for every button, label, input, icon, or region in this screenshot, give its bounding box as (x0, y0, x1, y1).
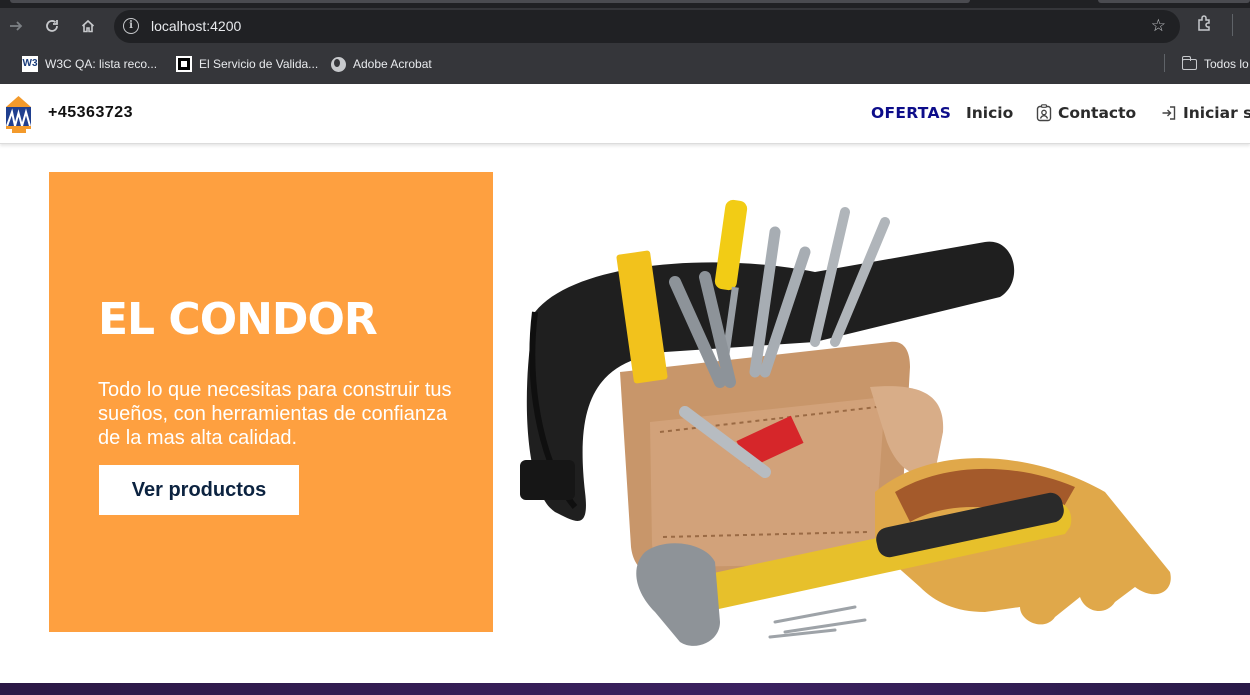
site-info-icon[interactable]: i (123, 18, 139, 34)
bookmark-label: Adobe Acrobat (353, 57, 432, 71)
tab-edge (1098, 0, 1250, 3)
belt-buckle (520, 460, 575, 500)
phone-number: +45363723 (48, 104, 134, 121)
hero-title: EL CONDOR (98, 294, 378, 345)
nav-contacto[interactable]: Contacto (1036, 104, 1136, 122)
tab-strip (0, 0, 1250, 8)
tab-edge (10, 0, 970, 3)
nav-label: Inicio (966, 104, 1014, 122)
forward-icon[interactable] (4, 14, 28, 38)
hero-description: Todo lo que necesitas para construir tus… (98, 379, 452, 449)
bookmark-w3c[interactable]: W3 W3C QA: lista reco... (22, 54, 157, 74)
site-header: +45363723 OFERTAS Inicio Contacto Inicia… (0, 84, 1250, 144)
nav-label: Iniciar s (1183, 104, 1250, 122)
bookmarks-bar: W3 W3C QA: lista reco... El Servicio de … (0, 50, 1250, 76)
folder-icon (1181, 55, 1197, 70)
reload-icon[interactable] (40, 14, 64, 38)
login-icon (1162, 106, 1176, 120)
bookmark-validator[interactable]: El Servicio de Valida... (176, 54, 318, 74)
bookmark-label: W3C QA: lista reco... (45, 57, 158, 71)
view-products-button[interactable]: Ver productos (99, 465, 299, 515)
home-icon[interactable] (76, 14, 100, 38)
pouch-front-pocket (650, 397, 885, 567)
extensions-icon[interactable] (1196, 14, 1214, 37)
bookmark-label: El Servicio de Valida... (199, 57, 319, 71)
nav-label: Contacto (1058, 104, 1137, 122)
nav-label: OFERTAS (871, 104, 952, 122)
tool-belt-image (520, 199, 1171, 646)
bookmarks-folder[interactable]: Todos lo (1181, 54, 1249, 74)
browser-chrome: i localhost:4200 ☆ W3 W3C QA: lista reco… (0, 0, 1250, 84)
hammer-head (636, 543, 720, 646)
nav-ofertas[interactable]: OFERTAS (871, 104, 951, 122)
hero-card: EL CONDOR Todo lo que necesitas para con… (49, 172, 493, 632)
site-logo[interactable] (3, 93, 34, 135)
w3c-icon: W3 (22, 56, 38, 72)
address-bar[interactable]: i localhost:4200 ☆ (114, 10, 1180, 43)
nav-iniciar-sesion[interactable]: Iniciar s (1161, 104, 1250, 122)
bookmarks-divider (1164, 54, 1165, 72)
contact-badge-icon (1036, 104, 1052, 122)
nav-inicio[interactable]: Inicio (966, 104, 1013, 122)
globe-icon (331, 56, 346, 72)
bookmark-adobe-acrobat[interactable]: Adobe Acrobat (331, 54, 432, 74)
bookmark-label: Todos lo (1204, 57, 1249, 71)
bookmark-star-icon[interactable]: ☆ (1151, 16, 1166, 36)
toolbar-divider (1232, 14, 1233, 36)
footer-strip (0, 683, 1250, 695)
nails (768, 605, 867, 639)
validator-icon (176, 56, 192, 72)
url-text[interactable]: localhost:4200 (151, 18, 241, 34)
